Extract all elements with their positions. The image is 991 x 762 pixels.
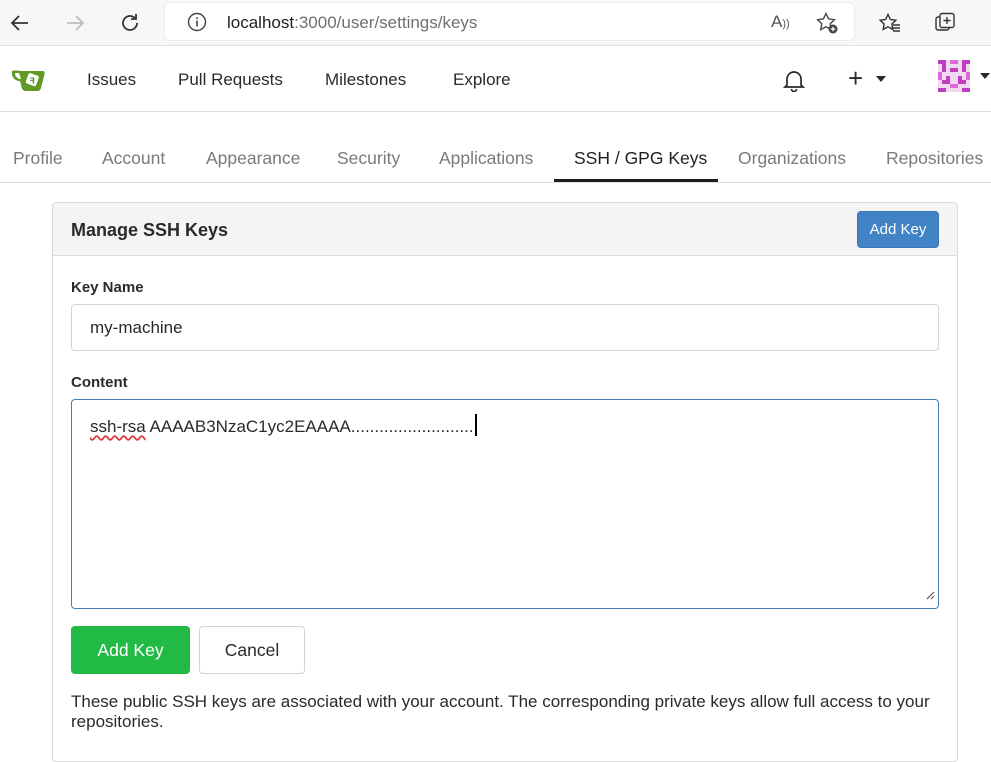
settings-tabs: Profile Account Appearance Security Appl… (0, 112, 991, 183)
panel-header: Manage SSH Keys Add Key (53, 203, 957, 256)
nav-issues[interactable]: Issues (87, 70, 136, 90)
panel-title: Manage SSH Keys (71, 220, 229, 240)
nav-pull-requests[interactable]: Pull Requests (178, 70, 283, 90)
caret-down-icon (980, 73, 990, 79)
tab-account[interactable]: Account (102, 148, 165, 169)
gitea-logo-icon[interactable]: ꟻ (10, 64, 50, 99)
content-label: Content (71, 374, 128, 391)
content-textarea[interactable]: ssh-rsa AAAAB3NzaC1yc2EAAAA.............… (71, 399, 939, 609)
nav-explore[interactable]: Explore (453, 70, 511, 90)
browser-toolbar: localhost:3000/user/settings/keys A)) (0, 0, 991, 46)
plus-icon: + (848, 63, 864, 93)
svg-text:ꟻ: ꟻ (30, 77, 35, 86)
tab-appearance[interactable]: Appearance (206, 148, 300, 169)
user-avatar-menu[interactable] (938, 60, 991, 92)
tab-organizations[interactable]: Organizations (738, 148, 846, 169)
create-menu-button[interactable]: + (848, 63, 887, 94)
caret-down-icon (876, 75, 887, 82)
add-key-header-button[interactable]: Add Key (857, 211, 939, 248)
info-icon[interactable] (187, 12, 207, 37)
add-favorite-icon[interactable] (815, 11, 839, 40)
url-text: localhost:3000/user/settings/keys (227, 13, 478, 32)
tab-applications[interactable]: Applications (439, 148, 533, 169)
avatar (938, 60, 970, 92)
resize-handle-icon[interactable] (925, 585, 935, 605)
key-name-input[interactable]: my-machine (71, 304, 939, 351)
key-name-label: Key Name (71, 279, 144, 296)
ssh-keys-help-text: These public SSH keys are associated wit… (71, 692, 930, 731)
nav-milestones[interactable]: Milestones (325, 70, 406, 90)
add-key-submit-button[interactable]: Add Key (71, 626, 190, 674)
key-name-value: my-machine (90, 318, 183, 337)
forward-icon[interactable] (59, 7, 91, 39)
refresh-icon[interactable] (114, 7, 146, 39)
text-caret (474, 414, 477, 436)
cancel-button[interactable]: Cancel (199, 626, 305, 674)
tab-repositories[interactable]: Repositories (886, 148, 983, 169)
collections-icon[interactable] (929, 7, 961, 39)
read-aloud-icon[interactable]: A)) (771, 12, 790, 32)
gitea-header: ꟻ Issues Pull Requests Milestones Explor… (0, 46, 991, 112)
back-icon[interactable] (4, 7, 36, 39)
active-tab-indicator (554, 179, 718, 182)
content-value: AAAAB3NzaC1yc2EAAAA.....................… (145, 417, 474, 436)
tab-profile[interactable]: Profile (13, 148, 63, 169)
notifications-bell-icon[interactable] (782, 68, 806, 97)
spellcheck-word: ssh-rsa (90, 417, 146, 436)
favorites-icon[interactable] (874, 7, 906, 39)
manage-ssh-keys-panel: Manage SSH Keys Add Key Key Name my-mach… (52, 202, 958, 762)
address-bar[interactable]: localhost:3000/user/settings/keys A)) (164, 2, 855, 41)
tab-security[interactable]: Security (337, 148, 400, 169)
tab-ssh-gpg-keys[interactable]: SSH / GPG Keys (574, 148, 707, 169)
